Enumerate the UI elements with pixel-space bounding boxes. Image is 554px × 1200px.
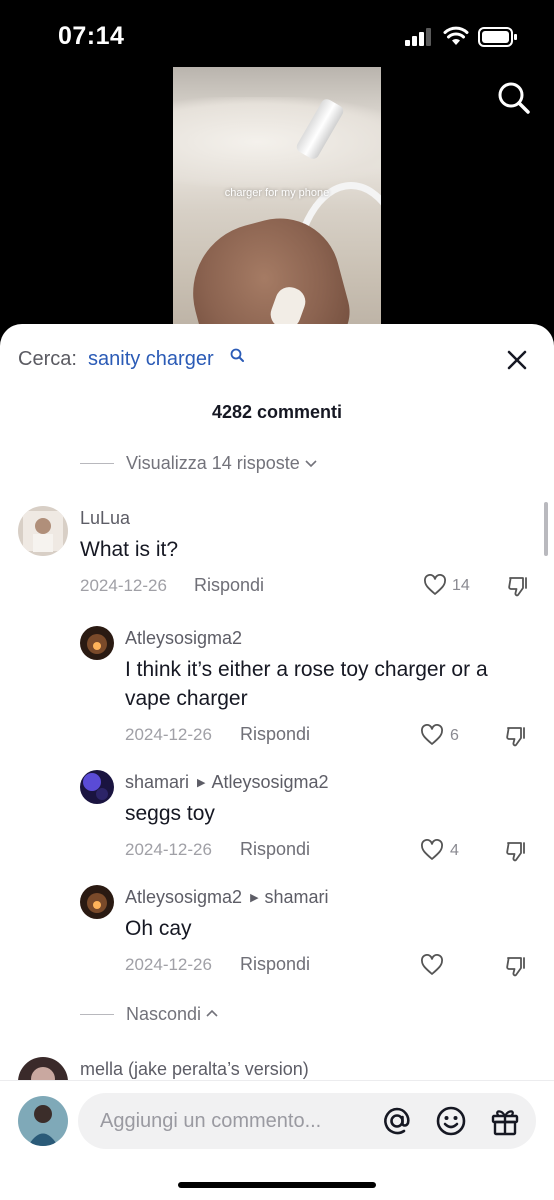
search-term-link[interactable]: sanity charger — [88, 348, 214, 371]
view-replies-button[interactable]: Visualizza 14 risposte — [80, 451, 318, 475]
avatar-image — [80, 885, 114, 919]
comment-username[interactable]: Atleysosigma2 — [125, 628, 242, 649]
reply-to-username[interactable]: shamari — [265, 887, 329, 907]
status-time: 07:14 — [58, 22, 125, 50]
user-avatar[interactable] — [18, 1096, 68, 1146]
avatar[interactable] — [80, 770, 114, 804]
comment-date: 2024-12-26 — [125, 840, 212, 859]
wifi-icon — [443, 26, 469, 45]
thumbs-down-icon[interactable] — [505, 954, 529, 978]
battery-icon — [478, 27, 517, 47]
signal-icon — [405, 28, 431, 46]
comment-date: 2024-12-26 — [80, 576, 167, 595]
reply-arrow-icon: ▶ — [197, 777, 206, 789]
comment-text: I think it’s either a rose toy charger o… — [125, 658, 488, 710]
heart-icon[interactable] — [420, 724, 444, 746]
at-icon[interactable] — [381, 1105, 413, 1137]
status-bar: 07:14 — [0, 0, 554, 70]
reply-arrow-icon: ▶ — [250, 892, 259, 904]
username-text: Atleysosigma2 — [125, 887, 243, 907]
avatar[interactable] — [80, 626, 114, 660]
view-replies-label: Visualizza 14 risposte — [126, 452, 300, 473]
divider — [80, 1013, 114, 1015]
reply-button[interactable]: Rispondi — [240, 954, 310, 975]
avatar-image — [18, 1096, 68, 1146]
comment-text: seggs toy — [125, 802, 215, 825]
reply-to-username[interactable]: Atleysosigma2 — [212, 772, 329, 792]
comment-date: 2024-12-26 — [125, 955, 212, 974]
gift-icon[interactable] — [489, 1105, 521, 1137]
avatar[interactable] — [80, 885, 114, 919]
thumbs-down-icon[interactable] — [505, 724, 529, 748]
video-caption: charger for my phone — [224, 187, 330, 199]
heart-icon[interactable] — [420, 839, 444, 861]
like-count: 4 — [450, 842, 459, 859]
like-count: 14 — [452, 577, 470, 594]
username-text: shamari — [125, 772, 190, 792]
comment-date: 2024-12-26 — [125, 725, 212, 744]
sheet-header: Cerca: sanity charger — [0, 324, 554, 394]
search-label: Cerca: — [18, 348, 77, 370]
thumbs-down-icon[interactable] — [505, 839, 529, 863]
comment-input-container[interactable] — [78, 1093, 536, 1149]
hide-replies-button[interactable]: Nascondi — [80, 1002, 219, 1026]
comment-username[interactable]: shamari ▶ Atleysosigma2 — [125, 772, 329, 793]
comment-input[interactable] — [100, 1107, 370, 1135]
avatar-image — [18, 506, 68, 556]
chevron-up-icon — [206, 1009, 218, 1017]
reply-button[interactable]: Rispondi — [194, 575, 264, 596]
avatar-image — [80, 626, 114, 660]
search-icon[interactable] — [230, 348, 244, 362]
avatar[interactable] — [18, 506, 68, 556]
divider — [80, 462, 114, 464]
comment-username[interactable]: Atleysosigma2 ▶ shamari — [125, 887, 329, 908]
chevron-down-icon — [305, 460, 317, 468]
scrollbar[interactable] — [544, 502, 548, 556]
hide-replies-label: Nascondi — [126, 1003, 202, 1024]
reply-button[interactable]: Rispondi — [240, 724, 310, 745]
close-icon[interactable] — [505, 348, 529, 372]
comment-count: 4282 commenti — [211, 402, 343, 422]
comment-text: Oh cay — [125, 917, 192, 940]
video-preview[interactable]: charger for my phone — [173, 67, 381, 329]
reply-button[interactable]: Rispondi — [240, 839, 310, 860]
comment-username[interactable]: LuLua — [80, 508, 130, 529]
home-indicator[interactable] — [178, 1182, 376, 1188]
emoji-icon[interactable] — [435, 1105, 467, 1137]
username-text: LuLua — [80, 508, 131, 528]
like-count: 6 — [450, 727, 459, 744]
video-background — [173, 97, 381, 187]
search-icon[interactable] — [497, 81, 531, 115]
heart-icon[interactable] — [423, 574, 447, 596]
thumbs-down-icon[interactable] — [507, 574, 531, 598]
avatar-image — [80, 770, 114, 804]
comment-text: What is it? — [80, 538, 179, 561]
username-text: mella (jake peralta’s version) — [80, 1059, 309, 1079]
comment-username[interactable]: mella (jake peralta’s version) — [80, 1059, 309, 1080]
comments-sheet: Cerca: sanity charger 4282 commenti Visu… — [0, 324, 554, 1200]
heart-icon[interactable] — [420, 954, 444, 976]
username-text: Atleysosigma2 — [125, 628, 243, 648]
